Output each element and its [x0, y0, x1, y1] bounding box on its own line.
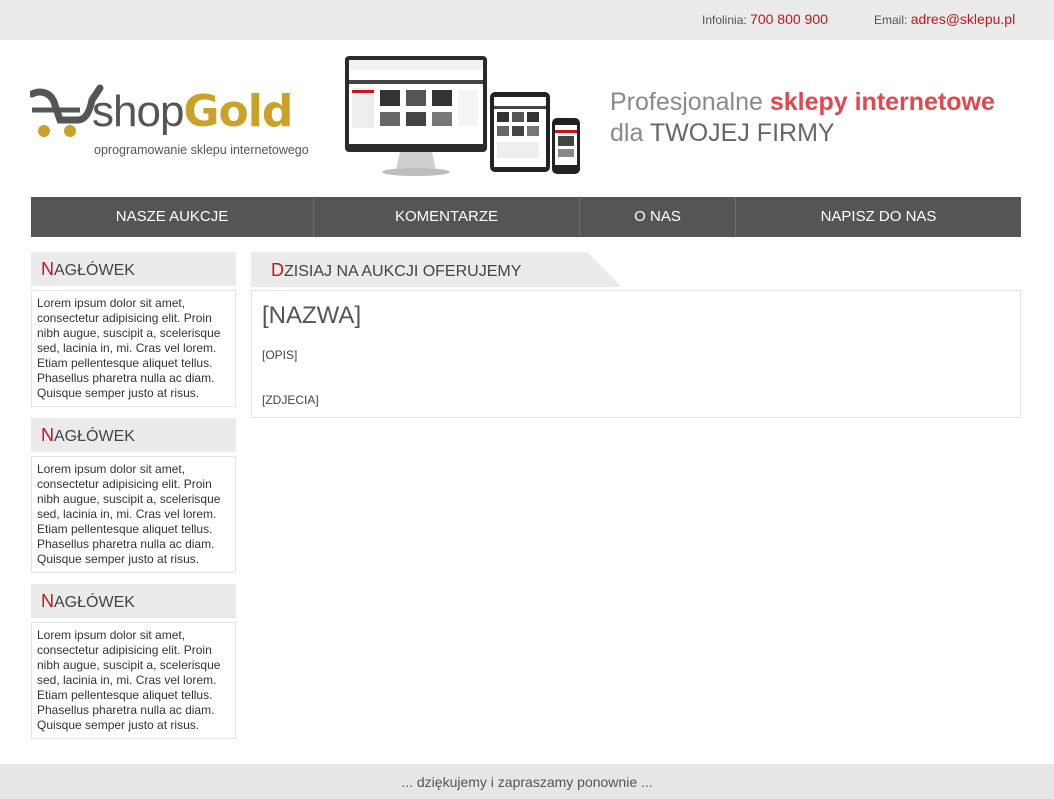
heading-rest: AGŁÓWEK [54, 428, 135, 445]
hotline-label: Infolinia: [702, 13, 747, 27]
logo-tagline: oprogramowanie sklepu internetowego [94, 143, 309, 157]
sidebar-box: NAGŁÓWEK Lorem ipsum dolor sit amet, con… [31, 252, 236, 407]
slogan-line1-plain: Profesjonalne [610, 88, 770, 116]
auction-photos: [ZDJECIA] [262, 393, 319, 407]
footer-text: ... dziękujemy i zapraszamy ponownie ... [401, 774, 653, 790]
hotline-number[interactable]: 700 800 900 [750, 11, 828, 27]
nav-item-comments[interactable]: KOMENTARZE [314, 197, 580, 237]
email-link[interactable]: adres@sklepu.pl [911, 11, 1016, 27]
main-heading-initial: D [271, 260, 284, 280]
devices-illustration [345, 56, 580, 176]
nav-item-contact[interactable]: NAPISZ DO NAS [736, 197, 1021, 237]
footer: ... dziękujemy i zapraszamy ponownie ... [0, 764, 1054, 799]
slogan-line-2: dla TWOJEJ FIRMY [610, 118, 995, 149]
main-content: DZISIAJ NA AUKCJI OFERUJEMY [NAZWA] [OPI… [251, 252, 1021, 418]
sidebar-box: NAGŁÓWEK Lorem ipsum dolor sit amet, con… [31, 584, 236, 739]
top-bar: Infolinia: 700 800 900 Email: adres@skle… [0, 0, 1054, 40]
logo-brand: shopGold [92, 86, 293, 137]
sidebar-box: NAGŁÓWEK Lorem ipsum dolor sit amet, con… [31, 418, 236, 573]
auction-title: [NAZWA] [262, 302, 362, 329]
sidebar-box-heading: NAGŁÓWEK [31, 252, 236, 286]
heading-rest: AGŁÓWEK [54, 594, 135, 611]
main-heading-rest: ZISIAJ NA AUKCJI OFERUJEMY [284, 263, 522, 280]
logo-shop-text: shop [92, 87, 184, 136]
heading-initial: N [41, 591, 54, 611]
main-nav: NASZE AUKCJE KOMENTARZE O NAS NAPISZ DO … [31, 197, 1021, 237]
slogan-line1-highlight: sklepy internetowe [769, 88, 995, 116]
sidebar-box-text: Lorem ipsum dolor sit amet, consectetur … [31, 290, 236, 407]
nav-item-about[interactable]: O NAS [580, 197, 736, 237]
shopgold-logo[interactable]: shopGold oprogramowanie sklepu interneto… [30, 80, 315, 165]
heading-initial: N [41, 425, 54, 445]
slogan-line2-plain: dla [610, 119, 650, 147]
slogan: Profesjonalne sklepy internetowe dla TWO… [610, 87, 995, 149]
heading-initial: N [41, 259, 54, 279]
nav-item-auctions[interactable]: NASZE AUKCJE [31, 197, 314, 237]
slogan-line2-dark: TWOJEJ FIRMY [649, 119, 835, 147]
main-heading-tab: DZISIAJ NA AUKCJI OFERUJEMY [251, 252, 1021, 287]
sidebar-box-text: Lorem ipsum dolor sit amet, consectetur … [31, 456, 236, 573]
header: shopGold oprogramowanie sklepu interneto… [0, 40, 1054, 197]
main-heading: DZISIAJ NA AUKCJI OFERUJEMY [271, 260, 521, 281]
email-label: Email: [874, 13, 908, 27]
sidebar-box-text: Lorem ipsum dolor sit amet, consectetur … [31, 622, 236, 739]
auction-description: [OPIS] [262, 348, 298, 362]
heading-rest: AGŁÓWEK [54, 262, 135, 279]
sidebar-box-heading: NAGŁÓWEK [31, 584, 236, 618]
email-info: Email: adres@sklepu.pl [874, 11, 1015, 27]
sidebar-box-heading: NAGŁÓWEK [31, 418, 236, 452]
slogan-line-1: Profesjonalne sklepy internetowe [610, 87, 995, 118]
hotline-info: Infolinia: 700 800 900 [702, 11, 828, 27]
logo-gold-text: Gold [183, 86, 293, 137]
auction-panel: [NAZWA] [OPIS] [ZDJECIA] [251, 290, 1021, 418]
sidebar: NAGŁÓWEK Lorem ipsum dolor sit amet, con… [31, 252, 236, 750]
